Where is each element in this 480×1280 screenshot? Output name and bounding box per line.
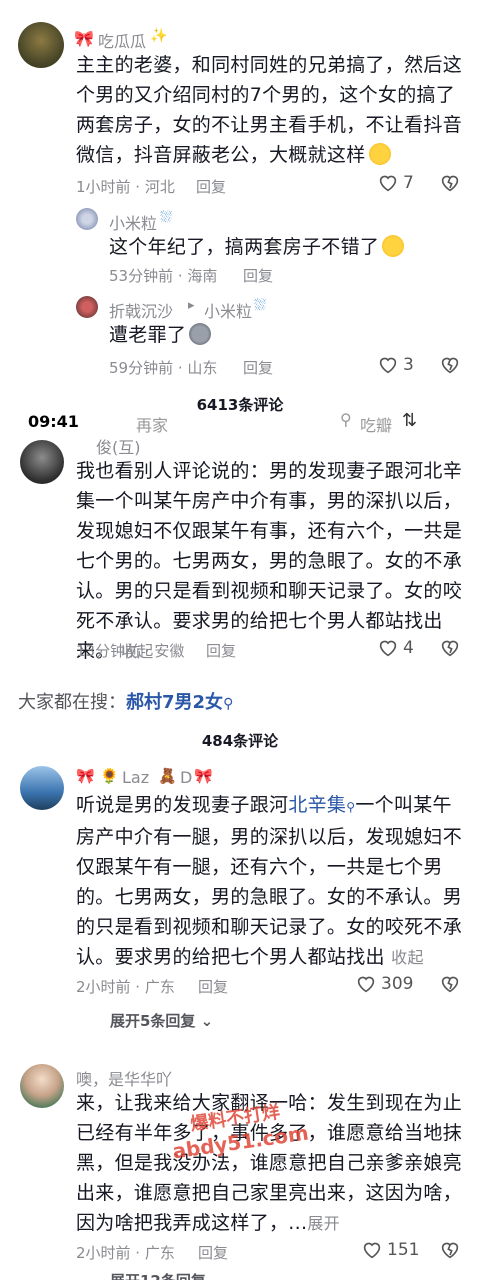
- comment-count: 484条评论: [201, 732, 279, 750]
- search-icon: ⚲: [223, 696, 234, 712]
- filter-icon: ⇅: [402, 410, 418, 431]
- dislike-button[interactable]: [440, 1241, 460, 1263]
- like-count: 309: [381, 974, 414, 994]
- sunflower-icon: 🌻: [100, 767, 119, 785]
- status-time: 09:41: [28, 412, 79, 431]
- like-button[interactable]: 3: [378, 355, 414, 375]
- reply-text: 这个年纪了，搞两套房子不错了: [109, 232, 469, 262]
- reply-button[interactable]: 回复: [198, 976, 228, 997]
- broken-heart-icon: [441, 175, 459, 192]
- broken-heart-icon: [441, 357, 459, 374]
- reply-button[interactable]: 回复: [196, 176, 226, 197]
- comment-text: 听说是男的发现妻子跟河北辛集⚲一个叫某午房产中介有一腿，男的深扒以后，发现媳妇不…: [76, 794, 463, 968]
- search-icon: ⚲: [340, 410, 352, 429]
- like-button[interactable]: 4: [378, 638, 414, 658]
- comment-time-location: 2小时前 · 广东: [76, 1244, 175, 1262]
- collapse-link[interactable]: 收起: [391, 948, 424, 967]
- search-suggestion[interactable]: 大家都在搜：郝村7男2女⚲: [18, 688, 233, 714]
- comment-username[interactable]: 吃瓜瓜: [98, 28, 146, 52]
- comment-time-location: 2小时前 · 广东: [76, 978, 175, 996]
- dislike-button[interactable]: [440, 975, 460, 997]
- like-button[interactable]: 151: [362, 1240, 419, 1260]
- jellyfish-icon: ⛆: [254, 296, 267, 314]
- dislike-button[interactable]: [440, 639, 460, 661]
- avatar[interactable]: [18, 22, 64, 68]
- like-button[interactable]: 7: [378, 173, 414, 193]
- bear-icon: 🧸: [158, 767, 177, 785]
- expand-replies-button[interactable]: 展开12条回复: [110, 1270, 206, 1280]
- like-count: 7: [403, 173, 414, 193]
- reply-text: 遭老罪了: [109, 320, 309, 350]
- avatar[interactable]: [20, 440, 64, 484]
- expand-replies-button[interactable]: 展开5条回复 ⌄: [110, 1010, 213, 1031]
- reply-username[interactable]: 小米粒: [109, 210, 157, 234]
- heart-icon: [379, 175, 397, 192]
- cat-emoji-icon: [189, 323, 212, 345]
- broken-heart-icon: [441, 640, 459, 657]
- search-suggestion-term[interactable]: 郝村7男2女: [126, 692, 223, 713]
- reply-time-location: 59分钟前 · 山东: [109, 359, 218, 377]
- reply-time-location: 53分钟前 · 海南: [109, 267, 218, 285]
- comment-text: 主主的老婆，和同村同姓的兄弟搞了，然后这个男的又介绍同村的7个男的，这个女的搞了…: [76, 54, 463, 166]
- comment-username[interactable]: Laz: [122, 768, 149, 787]
- bow-icon: 🎀: [194, 767, 213, 785]
- laughing-crying-emoji-icon: [368, 143, 391, 165]
- avatar[interactable]: [20, 1064, 64, 1108]
- broken-heart-icon: [441, 976, 459, 993]
- bow-icon: 🎀: [76, 767, 95, 785]
- reply-username[interactable]: 折戟沉沙: [109, 298, 173, 322]
- comment-username[interactable]: 噢，是华华吖: [76, 1066, 172, 1090]
- overlap-text-right: 吃瓣: [360, 416, 393, 435]
- comment-text: 我也看别人评论说的：男的发现妻子跟河北辛集一个叫某午房产中介有事，男的深扒以后，…: [76, 460, 463, 662]
- like-count: 4: [403, 638, 414, 658]
- comment-username[interactable]: 俊(互): [96, 434, 141, 458]
- bow-icon: 🎀: [74, 29, 94, 48]
- heart-icon: [357, 976, 375, 993]
- reply-button[interactable]: 回复: [206, 640, 236, 661]
- expand-link[interactable]: 展开: [307, 1214, 340, 1233]
- chevron-down-icon: ⌄: [195, 1012, 214, 1030]
- reply-button[interactable]: 回复: [243, 265, 273, 286]
- like-count: 151: [387, 1240, 420, 1260]
- broken-heart-icon: [441, 1242, 459, 1259]
- heart-icon: [379, 640, 397, 657]
- sparkle-icon: ✨: [150, 28, 168, 44]
- comment-time-location: 1小时前 · 河北: [76, 178, 175, 196]
- heart-icon: [363, 1242, 381, 1259]
- search-suggestion-prefix: 大家都在搜：: [18, 692, 126, 713]
- avatar[interactable]: [76, 208, 98, 230]
- like-button[interactable]: 309: [356, 974, 413, 994]
- reply-button[interactable]: 回复: [243, 357, 273, 378]
- expand-replies-label: 展开5条回复: [110, 1012, 196, 1030]
- comment-time-location: 13分钟前 · 安徽: [76, 642, 185, 660]
- avatar[interactable]: [76, 296, 98, 318]
- comment-username-suffix: D: [180, 768, 193, 787]
- text-search-link[interactable]: 北辛集: [288, 794, 346, 816]
- heart-icon: [379, 357, 397, 374]
- dislike-button[interactable]: [440, 174, 460, 196]
- reply-arrow-icon: ▸: [188, 298, 195, 313]
- reply-to-username[interactable]: 小米粒: [204, 298, 252, 322]
- like-count: 3: [403, 355, 414, 375]
- jellyfish-icon: ⛆: [160, 208, 173, 226]
- reply-button[interactable]: 回复: [198, 1242, 228, 1263]
- search-icon: ⚲: [346, 800, 356, 814]
- dislike-button[interactable]: [440, 356, 460, 378]
- emoji-icon: [382, 235, 405, 257]
- expand-replies-label: 展开12条回复: [110, 1272, 206, 1280]
- overlap-text-left: 再家: [136, 416, 169, 435]
- avatar[interactable]: [20, 766, 64, 810]
